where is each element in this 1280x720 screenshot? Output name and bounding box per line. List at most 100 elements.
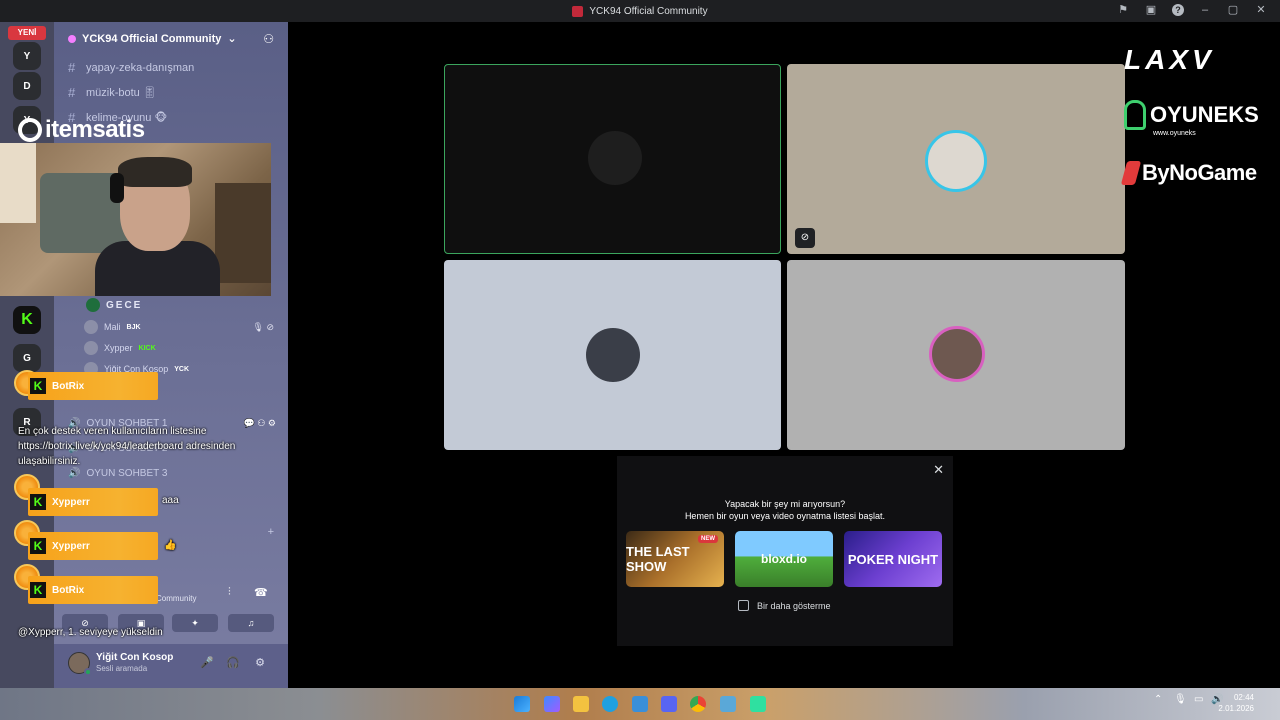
oyuneks-logo: OYUNEKS — [1124, 100, 1259, 130]
voice-channel[interactable]: 🔊 OYUN SOHBET 3 — [68, 468, 167, 479]
dont-show-again-row[interactable]: Bir daha gösterme — [738, 600, 831, 611]
activity-card[interactable]: THE LAST SHOW NEW — [626, 531, 724, 587]
soundboard-button[interactable]: ♫ — [228, 614, 274, 632]
server-boost-icon — [68, 34, 76, 43]
headphones-icon[interactable]: 🎧 — [226, 656, 240, 670]
chat-username: BotRix — [52, 380, 85, 392]
chevron-down-icon: ⌄ — [227, 33, 237, 45]
avatar — [84, 320, 98, 334]
checkbox-label: Bir daha gösterme — [757, 600, 831, 611]
chat-message: En çok destek veren kullanıcıların liste… — [18, 426, 236, 467]
participant-tile[interactable] — [444, 64, 781, 254]
help-icon[interactable]: ? — [1172, 4, 1184, 16]
webcam-shelf — [215, 183, 271, 283]
bynogame-text: ByNoGame — [1142, 160, 1257, 185]
clock-date: 2.01.2026 — [1218, 704, 1254, 713]
activity-card-title: THE LAST SHOW — [626, 544, 690, 574]
chat-username-bar: K Xypperr — [28, 532, 158, 560]
activity-prompt: Yapacak bir şey mi arıyorsun? Hemen bir … — [617, 498, 953, 522]
discord-taskbar-icon[interactable] — [661, 696, 677, 712]
participant-tile[interactable] — [787, 260, 1125, 450]
itemsatis-text: itemsatis — [45, 116, 145, 143]
activity-card-title: bloxd.io — [761, 552, 807, 566]
store-icon[interactable] — [632, 696, 648, 712]
oyuneks-url: www.oyuneks — [1153, 130, 1196, 137]
noise-suppression-icon[interactable]: ⫶ — [228, 586, 231, 599]
server-icon[interactable]: Y — [13, 42, 41, 70]
chrome-icon[interactable] — [690, 696, 706, 712]
avatar — [588, 131, 642, 185]
voice-user[interactable]: Mali BJK — [84, 320, 141, 334]
dont-show-again-checkbox[interactable] — [738, 600, 749, 611]
muted-icons: 🎙 ⊘ — [252, 322, 274, 332]
app-icon[interactable] — [720, 696, 736, 712]
discord-app-icon — [572, 5, 584, 17]
channel-label: müzik-botu 🎚 — [86, 87, 157, 99]
participant-tile[interactable] — [444, 260, 781, 450]
user-tag-badge: YCK — [174, 365, 189, 373]
channel-label: yapay-zeka-danışman — [86, 61, 195, 74]
user-tag-badge: BJK — [126, 323, 141, 331]
chat-username-bar: K BotRix — [28, 372, 158, 400]
hash-icon: # — [68, 60, 76, 75]
online-status-icon — [84, 668, 92, 676]
flag-icon[interactable]: ⚑ — [1116, 3, 1130, 17]
minimize-button[interactable]: – — [1198, 3, 1212, 17]
avatar — [925, 130, 987, 192]
tray-chevron-icon[interactable]: ⌃ — [1154, 694, 1162, 705]
chat-username: Xypperr — [52, 540, 90, 552]
file-explorer-icon[interactable] — [573, 696, 589, 712]
chat-username-bar: K BotRix — [28, 576, 158, 604]
windows-start-icon[interactable] — [514, 696, 530, 712]
inbox-icon[interactable]: ▣ — [1144, 3, 1158, 17]
webcam-person-hair — [118, 157, 192, 187]
avatar — [586, 328, 640, 382]
activity-card[interactable]: POKER NIGHT — [844, 531, 942, 587]
server-icon[interactable]: D — [13, 72, 41, 100]
microphone-icon[interactable]: 🎤 — [200, 656, 214, 670]
monitor-tray-icon[interactable]: ▭ — [1194, 694, 1203, 705]
activity-card-title: POKER NIGHT — [847, 551, 939, 567]
bynogame-logo: ByNoGame — [1120, 160, 1257, 186]
chat-message: aaa — [162, 495, 179, 506]
bynogame-icon — [1120, 161, 1142, 185]
invite-people-icon[interactable]: ⚇ — [263, 32, 274, 46]
edge-icon[interactable] — [602, 696, 618, 712]
itemsatis-ring-icon — [18, 118, 42, 142]
avatar — [84, 341, 98, 355]
close-button[interactable]: ✕ — [1254, 3, 1268, 17]
itemsatis-logo: itemsatis — [18, 116, 145, 144]
close-icon[interactable]: ✕ — [933, 462, 944, 478]
add-channel-icon[interactable]: + — [268, 526, 274, 538]
laxv-logo: LAXV — [1124, 44, 1215, 75]
server-name: YCK94 Official Community — [82, 32, 222, 45]
voice-user[interactable]: Xypper KICK — [84, 341, 156, 355]
user-tag-badge: KICK — [138, 344, 156, 352]
channel-item[interactable]: # yapay-zeka-danışman — [68, 60, 194, 75]
voice-user-name: Mali — [104, 322, 121, 332]
voice-group-label: GECE — [86, 298, 142, 312]
settings-gear-icon[interactable]: ⚙ — [253, 656, 267, 670]
copilot-icon[interactable] — [544, 696, 560, 712]
server-header[interactable]: YCK94 Official Community ⌄ — [68, 32, 237, 45]
headset-icon — [110, 173, 124, 203]
microphone-tray-icon[interactable]: 🎙 — [1174, 694, 1187, 705]
voice-channel-name: OYUN SOHBET 3 — [86, 468, 168, 479]
kick-server-icon[interactable]: K — [13, 306, 41, 334]
activities-button[interactable]: ✦ — [172, 614, 218, 632]
voice-server-label: Community — [156, 594, 197, 603]
server-icon[interactable]: G — [13, 344, 41, 372]
maximize-button[interactable]: ▢ — [1226, 3, 1240, 17]
channel-item[interactable]: # müzik-botu 🎚 — [68, 85, 157, 100]
disconnect-icon[interactable]: ☎ — [254, 586, 268, 599]
windows-taskbar: ⌃ 🎙 ▭ 🔊 02:44 2.01.2026 — [0, 688, 1280, 720]
streamer-webcam — [0, 143, 271, 296]
taskbar-clock[interactable]: 02:44 2.01.2026 — [1218, 692, 1254, 714]
kick-icon: K — [30, 538, 46, 554]
kick-taskbar-icon[interactable] — [750, 696, 766, 712]
voice-group-icon — [86, 298, 100, 312]
deafened-icon: ⊘ — [795, 228, 815, 248]
participant-tile[interactable]: ⊘ — [787, 64, 1125, 254]
activity-card[interactable]: bloxd.io — [735, 531, 833, 587]
new-badge: YENİ — [8, 26, 46, 40]
